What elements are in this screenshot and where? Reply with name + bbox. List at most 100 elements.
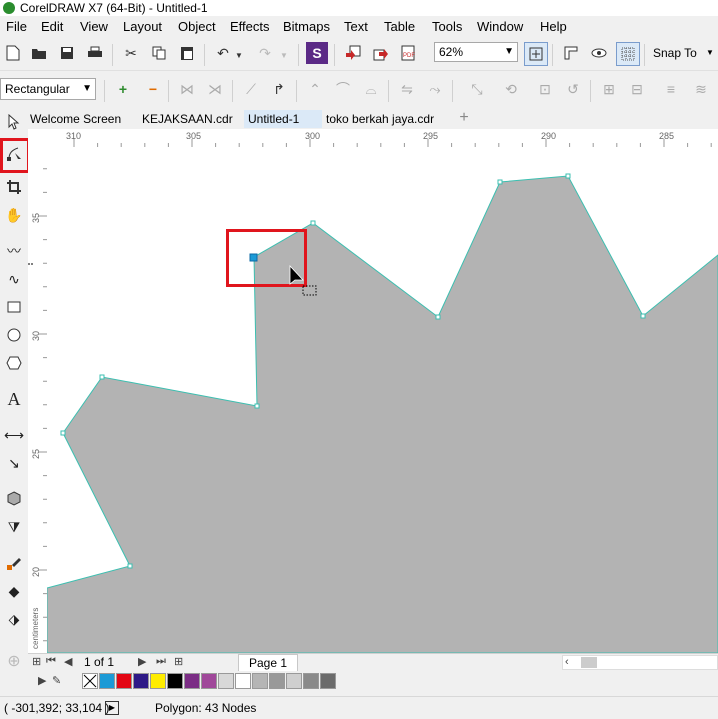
align-nodes-icon[interactable]: ⊡ (534, 78, 556, 100)
extend-curve-icon[interactable]: ⤳ (424, 78, 446, 100)
color-swatch[interactable] (133, 673, 149, 689)
drop-shadow-tool-icon[interactable] (3, 488, 25, 510)
selection-mode-select[interactable]: Rectangular ▼ (0, 78, 96, 100)
customize-toolbox-icon[interactable]: ⊕ (3, 650, 25, 672)
last-page-icon[interactable]: ⏭ (156, 655, 166, 668)
menu-text[interactable]: Text (344, 19, 368, 34)
menu-bitmaps[interactable]: Bitmaps (283, 19, 330, 34)
polygon-tool-icon[interactable] (3, 352, 25, 374)
to-curve-icon[interactable]: ↱ (268, 78, 290, 100)
undo-dropdown-icon[interactable]: ▼ (233, 44, 245, 66)
color-swatch[interactable] (235, 673, 251, 689)
snap-dropdown-icon[interactable]: ▼ (706, 48, 714, 57)
first-page-icon[interactable]: ⏮ (46, 655, 56, 668)
menu-file[interactable]: File (6, 19, 27, 34)
next-page-icon[interactable]: ▶ (138, 655, 146, 668)
reverse-direction-icon[interactable]: ⇋ (396, 78, 418, 100)
interactive-fill-tool-icon[interactable]: ◆ (3, 580, 25, 602)
color-swatch[interactable] (150, 673, 166, 689)
freehand-tool-icon[interactable]: 〰 (3, 240, 25, 262)
tab-welcome-screen[interactable]: Welcome Screen (26, 110, 125, 128)
previous-page-icon[interactable]: ◀ (64, 655, 72, 668)
stretch-nodes-icon[interactable]: ⤡ (466, 78, 488, 100)
palette-flyout-icon[interactable]: ▶ (38, 674, 46, 687)
elastic-mode-icon[interactable]: ⊞ (598, 78, 620, 100)
menu-edit[interactable]: Edit (41, 19, 63, 34)
zoom-level-select[interactable]: 62% ▼ (434, 42, 518, 62)
select-all-nodes-icon[interactable]: ⊟ (626, 78, 648, 100)
open-folder-icon[interactable] (28, 42, 50, 64)
symmetrical-node-icon[interactable]: ⌓ (360, 78, 382, 100)
menu-object[interactable]: Object (178, 19, 216, 34)
menu-table[interactable]: Table (384, 19, 415, 34)
add-tab-icon[interactable]: + (454, 109, 474, 127)
palette-eyedropper-icon[interactable]: ✎ (52, 674, 61, 687)
transparency-tool-icon[interactable]: ⧩ (3, 516, 25, 538)
menu-tools[interactable]: Tools (432, 19, 462, 34)
color-swatch[interactable] (303, 673, 319, 689)
color-swatch[interactable] (99, 673, 115, 689)
to-line-icon[interactable]: ⟋ (240, 78, 262, 100)
reflect-nodes-icon[interactable]: ↺ (562, 78, 584, 100)
export-icon[interactable] (370, 42, 392, 64)
show-preview-icon[interactable] (588, 42, 610, 64)
save-icon[interactable] (56, 42, 78, 64)
pan-tool-icon[interactable]: ✋ (3, 204, 25, 226)
color-swatch[interactable] (252, 673, 268, 689)
color-swatch[interactable] (218, 673, 234, 689)
page-tab-page-1[interactable]: Page 1 (238, 654, 299, 672)
redo-dropdown-icon[interactable]: ▼ (278, 44, 290, 66)
color-swatch[interactable] (320, 673, 336, 689)
cut-icon[interactable]: ✂ (120, 42, 142, 64)
menu-help[interactable]: Help (540, 19, 567, 34)
corel-connect-icon[interactable]: S (306, 42, 328, 64)
join-nodes-icon[interactable]: ⋈ (176, 78, 198, 100)
smart-fill-tool-icon[interactable]: ⬗ (3, 608, 25, 630)
color-eyedropper-tool-icon[interactable] (3, 552, 25, 574)
horizontal-ruler[interactable]: 310 305 300 295 290 285 (47, 129, 718, 148)
redo-icon[interactable]: ↷ (254, 42, 276, 64)
polygon-shape[interactable] (47, 175, 718, 653)
rulers-icon[interactable] (560, 42, 582, 64)
color-swatch[interactable] (286, 673, 302, 689)
menu-window[interactable]: Window (477, 19, 523, 34)
menu-layout[interactable]: Layout (123, 19, 162, 34)
artistic-media-tool-icon[interactable]: ∿ (3, 268, 25, 290)
pick-tool-icon[interactable] (3, 111, 25, 133)
add-page-icon[interactable]: ⊞ (174, 655, 183, 668)
new-document-icon[interactable] (2, 42, 24, 64)
import-icon[interactable] (342, 42, 364, 64)
color-swatch[interactable] (201, 673, 217, 689)
reduce-nodes-icon[interactable]: ≡ (660, 78, 682, 100)
grid-icon[interactable] (616, 42, 640, 66)
tab-toko-berkah-jaya[interactable]: toko berkah jaya.cdr (322, 110, 438, 128)
curve-smoothness-icon[interactable]: ≋ (690, 78, 712, 100)
rotate-nodes-icon[interactable]: ⟲ (500, 78, 522, 100)
snap-to-label[interactable]: Snap To (653, 46, 697, 60)
crop-tool-icon[interactable] (3, 176, 25, 198)
print-icon[interactable] (84, 42, 106, 64)
add-node-icon[interactable]: + (112, 78, 134, 100)
tab-kejaksaan[interactable]: KEJAKSAAN.cdr (138, 110, 237, 128)
drawing-canvas[interactable] (47, 147, 718, 653)
vertical-ruler[interactable]: 35 30 25 20 centimeters (28, 147, 48, 653)
selected-node[interactable] (249, 253, 258, 262)
menu-effects[interactable]: Effects (230, 19, 270, 34)
cusp-node-icon[interactable]: ⌃ (304, 78, 326, 100)
page-navigator-home-icon[interactable]: ⊞ (32, 655, 41, 668)
color-swatch[interactable] (184, 673, 200, 689)
undo-icon[interactable]: ↶ (212, 42, 234, 64)
publish-pdf-icon[interactable]: PDF (398, 42, 420, 64)
ellipse-tool-icon[interactable] (3, 324, 25, 346)
color-swatch[interactable] (167, 673, 183, 689)
delete-node-icon[interactable]: − (142, 78, 164, 100)
menu-view[interactable]: View (80, 19, 108, 34)
ruler-origin[interactable] (28, 129, 47, 147)
color-swatch[interactable] (116, 673, 132, 689)
paste-icon[interactable] (176, 42, 198, 64)
parallel-dimension-tool-icon[interactable]: ⟷ (3, 424, 25, 446)
text-tool-icon[interactable]: A (3, 388, 25, 410)
smooth-node-icon[interactable]: ⌒ (332, 78, 354, 100)
scrollbar-thumb[interactable] (581, 657, 597, 668)
rectangle-tool-icon[interactable] (3, 296, 25, 318)
